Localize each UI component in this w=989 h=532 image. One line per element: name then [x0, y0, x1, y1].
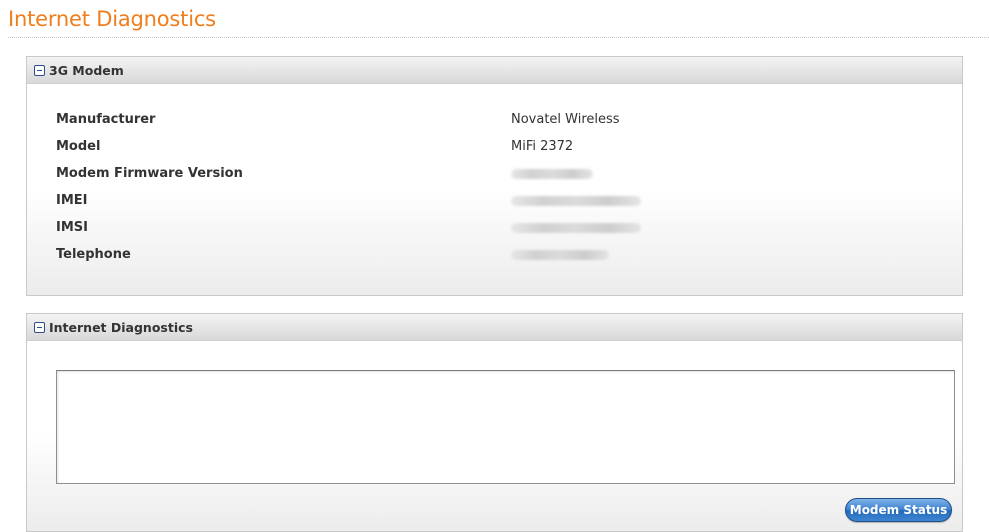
- info-row-imsi: IMSI: [56, 220, 936, 240]
- info-label: Telephone: [56, 247, 131, 262]
- diagnostics-panel: Internet Diagnostics Modem Status: [26, 313, 963, 532]
- redacted-value: [511, 196, 641, 206]
- modem-status-button[interactable]: Modem Status: [845, 498, 952, 522]
- info-label: Manufacturer: [56, 112, 156, 127]
- modem-panel-header[interactable]: 3G Modem: [27, 57, 962, 84]
- info-row-model: Model MiFi 2372: [56, 139, 936, 159]
- info-value: Novatel Wireless: [511, 112, 620, 127]
- modem-panel-title: 3G Modem: [49, 62, 124, 78]
- collapse-icon[interactable]: [34, 64, 45, 76]
- info-label: Model: [56, 139, 101, 154]
- info-row-telephone: Telephone: [56, 247, 936, 267]
- redacted-value: [511, 223, 641, 233]
- diagnostics-output[interactable]: [56, 370, 955, 484]
- info-value: MiFi 2372: [511, 139, 574, 154]
- redacted-value: [511, 169, 593, 179]
- modem-panel: 3G Modem Manufacturer Novatel Wireless M…: [26, 56, 963, 296]
- info-row-imei: IMEI: [56, 193, 936, 213]
- collapse-icon[interactable]: [34, 321, 45, 333]
- info-label: IMEI: [56, 193, 88, 208]
- page-title: Internet Diagnostics: [8, 7, 216, 31]
- info-row-firmware: Modem Firmware Version: [56, 166, 936, 186]
- info-label: IMSI: [56, 220, 88, 235]
- redacted-value: [511, 250, 609, 260]
- diagnostics-panel-header[interactable]: Internet Diagnostics: [27, 314, 962, 341]
- title-divider: [8, 37, 989, 38]
- info-row-manufacturer: Manufacturer Novatel Wireless: [56, 112, 936, 132]
- diagnostics-panel-title: Internet Diagnostics: [49, 319, 193, 335]
- info-label: Modem Firmware Version: [56, 166, 243, 181]
